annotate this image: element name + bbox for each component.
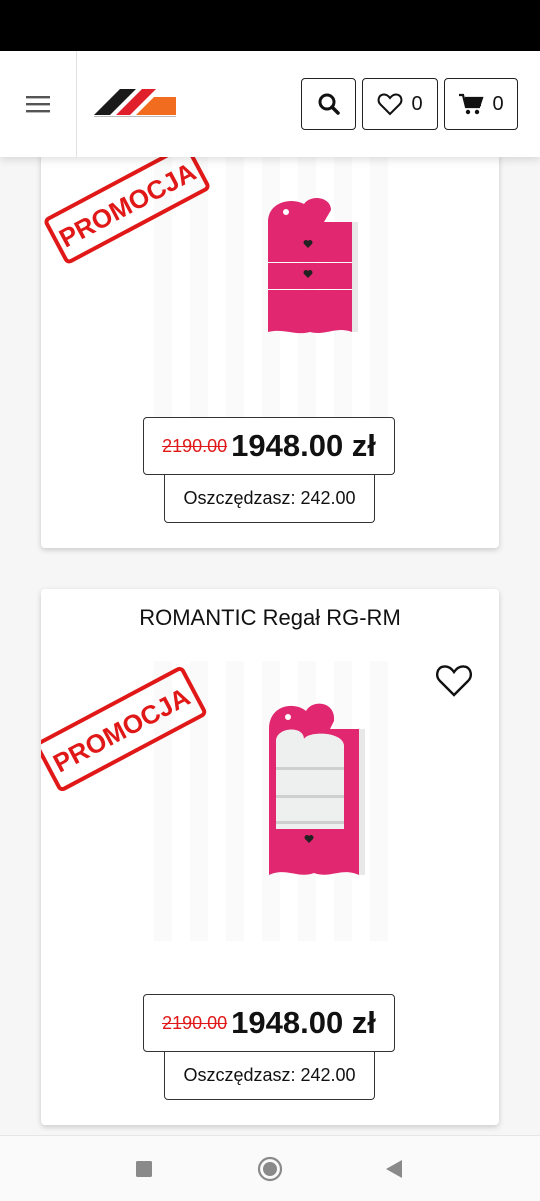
current-price: 1948.00 zł [231, 428, 376, 463]
search-button[interactable] [301, 78, 356, 130]
home-icon[interactable] [257, 1156, 283, 1182]
wishlist-count: 0 [411, 92, 423, 115]
product-card[interactable]: PROMOCJA 2190.00 1948.00 zł Oszczędzasz:… [41, 157, 499, 548]
cart-button[interactable]: 0 [444, 78, 518, 130]
old-price: 2190.00 [162, 435, 228, 456]
wishlist-button[interactable]: 0 [362, 78, 438, 130]
site-header: 0 0 [0, 51, 540, 157]
savings-box: Oszczędzasz: 242.00 [164, 1052, 375, 1100]
savings-box: Oszczędzasz: 242.00 [164, 475, 375, 523]
current-price: 1948.00 zł [231, 1005, 376, 1040]
product-list: PROMOCJA 2190.00 1948.00 zł Oszczędzasz:… [0, 157, 540, 1135]
cart-count: 0 [492, 92, 504, 115]
old-price: 2190.00 [162, 1012, 228, 1033]
status-bar [0, 0, 540, 51]
cart-icon [459, 93, 484, 115]
brand-logo[interactable] [92, 85, 178, 119]
promo-stamp: PROMOCJA [44, 157, 210, 264]
search-icon [318, 93, 340, 115]
back-icon[interactable] [384, 1159, 404, 1179]
hamburger-icon [26, 96, 50, 113]
add-to-wishlist-heart-icon[interactable] [435, 663, 473, 699]
system-navigation-bar [0, 1135, 540, 1201]
promo-stamp: PROMOCJA [41, 666, 207, 792]
heart-icon [378, 93, 403, 116]
price-box: 2190.00 1948.00 zł [143, 417, 395, 475]
product-title[interactable]: ROMANTIC Regał RG-RM [41, 605, 499, 631]
product-card[interactable]: ROMANTIC Regał RG-RM PROMOCJA 2190.00 19… [41, 589, 499, 1125]
recent-apps-icon[interactable] [135, 1160, 153, 1178]
menu-button[interactable] [0, 51, 77, 157]
price-box: 2190.00 1948.00 zł [143, 994, 395, 1052]
